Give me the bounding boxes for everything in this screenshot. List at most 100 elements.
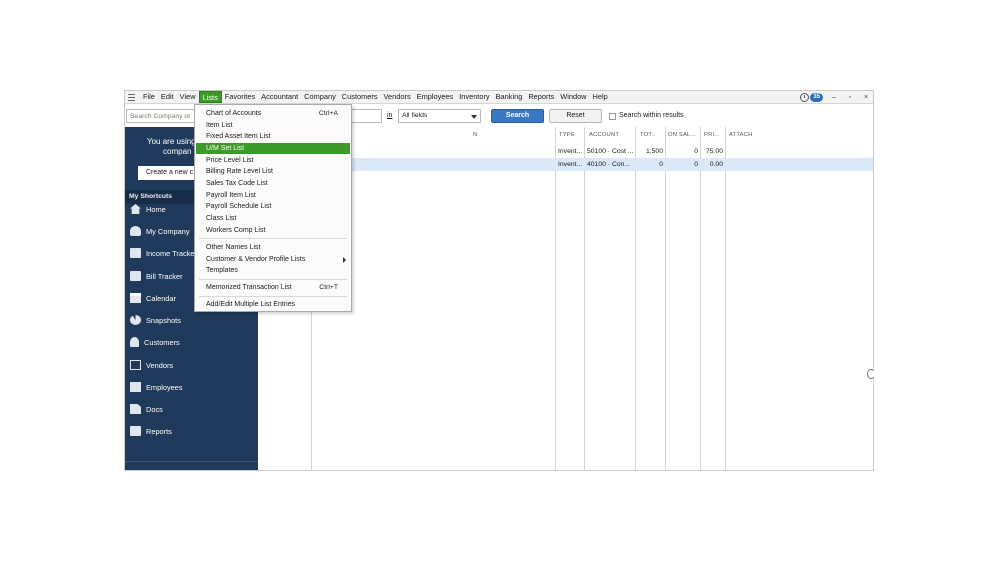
cell-type: Invent... bbox=[558, 148, 583, 155]
shortcut-label: My Company bbox=[146, 226, 190, 236]
search-company-input[interactable] bbox=[126, 109, 196, 123]
shortcut-label: Vendors bbox=[146, 360, 174, 370]
notification-badge[interactable]: 35 bbox=[810, 93, 823, 102]
submenu-arrow-icon bbox=[343, 257, 346, 263]
menu-employees[interactable]: Employees bbox=[414, 91, 457, 103]
search-scope-select[interactable]: All fields bbox=[398, 109, 481, 123]
pie-chart-icon bbox=[130, 315, 141, 325]
person-icon bbox=[130, 337, 139, 347]
menu-item-item-list[interactable]: Item List bbox=[196, 120, 350, 131]
header-type[interactable]: TYPE bbox=[559, 132, 575, 138]
menu-inventory[interactable]: Inventory bbox=[456, 91, 492, 103]
menu-item-fixed-asset-item-list[interactable]: Fixed Asset Item List bbox=[196, 131, 350, 142]
menu-item-label: Workers Comp List bbox=[206, 227, 266, 234]
menubar-right: 35 – ▫ × bbox=[800, 91, 871, 104]
menu-item-label: Other Names List bbox=[206, 244, 261, 251]
header-description[interactable]: N bbox=[473, 132, 477, 138]
menu-item-other-names-list[interactable]: Other Names List bbox=[196, 242, 350, 253]
shortcut-label: Docs bbox=[146, 404, 163, 414]
menu-item-class-list[interactable]: Class List bbox=[196, 213, 350, 224]
column-divider[interactable] bbox=[555, 127, 556, 470]
menu-item-price-level-list[interactable]: Price Level List bbox=[196, 155, 350, 166]
column-divider[interactable] bbox=[665, 127, 666, 470]
minimize-button[interactable]: – bbox=[829, 94, 839, 101]
menu-item-label: Chart of Accounts bbox=[206, 110, 262, 117]
vendors-icon bbox=[130, 360, 141, 370]
menu-vendors[interactable]: Vendors bbox=[381, 91, 414, 103]
cell-total: 0 bbox=[659, 161, 663, 168]
cell-type: Invent... bbox=[558, 161, 583, 168]
column-divider[interactable] bbox=[584, 127, 585, 470]
menu-item-customer-vendor-profile-lists[interactable]: Customer & Vendor Profile Lists bbox=[196, 254, 350, 265]
header-total[interactable]: TOT... bbox=[640, 132, 657, 138]
menu-item-um-set-list[interactable]: U/M Set List bbox=[196, 143, 350, 154]
shortcut-label: Customers bbox=[144, 337, 180, 347]
menu-item-payroll-item-list[interactable]: Payroll Item List bbox=[196, 190, 350, 201]
close-button[interactable]: × bbox=[861, 94, 871, 101]
menu-item-memorized-transaction-list[interactable]: Memorized Transaction List Ctrl+T bbox=[196, 282, 350, 293]
shortcut-reports[interactable]: Reports bbox=[125, 420, 258, 442]
document-icon bbox=[130, 404, 141, 414]
search-text-input[interactable] bbox=[350, 109, 382, 123]
menu-item-label: Customer & Vendor Profile Lists bbox=[206, 256, 306, 263]
menu-separator bbox=[199, 279, 347, 280]
header-attach[interactable]: ATTACH bbox=[729, 132, 753, 138]
search-button[interactable]: Search bbox=[491, 109, 544, 123]
shortcut-customers[interactable]: Customers bbox=[125, 331, 258, 353]
menu-view[interactable]: View bbox=[177, 91, 199, 103]
menu-item-label: Class List bbox=[206, 215, 237, 222]
window-edge-handle[interactable] bbox=[867, 369, 875, 379]
cell-on-sales: 0 bbox=[694, 161, 698, 168]
menu-favorites[interactable]: Favorites bbox=[222, 91, 258, 103]
menu-item-shortcut: Ctrl+T bbox=[319, 284, 338, 291]
cell-account: 50100 · Cost ... bbox=[587, 148, 634, 155]
reset-button[interactable]: Reset bbox=[549, 109, 602, 123]
menu-edit[interactable]: Edit bbox=[158, 91, 177, 103]
menu-item-chart-of-accounts[interactable]: Chart of Accounts Ctrl+A bbox=[196, 108, 350, 119]
column-divider[interactable] bbox=[700, 127, 701, 470]
menu-company[interactable]: Company bbox=[301, 91, 339, 103]
sidebar-resize-handle[interactable] bbox=[125, 461, 258, 467]
menu-item-payroll-schedule-list[interactable]: Payroll Schedule List bbox=[196, 201, 350, 212]
column-divider[interactable] bbox=[635, 127, 636, 470]
cell-price: 75.00 bbox=[705, 148, 723, 155]
menu-item-label: Add/Edit Multiple List Entries bbox=[206, 301, 296, 308]
shortcut-label: Employees bbox=[146, 382, 183, 392]
header-account[interactable]: ACCOUNT bbox=[589, 132, 619, 138]
bill-tracker-icon bbox=[130, 271, 141, 281]
menu-lists[interactable]: Lists bbox=[198, 91, 222, 103]
calendar-icon bbox=[130, 293, 141, 303]
menu-item-label: Payroll Schedule List bbox=[206, 203, 272, 210]
header-on-sales[interactable]: ON SAL... bbox=[668, 132, 696, 138]
menu-accountant[interactable]: Accountant bbox=[258, 91, 301, 103]
shortcut-snapshots[interactable]: Snapshots bbox=[125, 309, 258, 331]
shortcut-vendors[interactable]: Vendors bbox=[125, 354, 258, 376]
menu-item-label: Memorized Transaction List bbox=[206, 284, 292, 291]
menu-item-add-edit-multiple-list-entries[interactable]: Add/Edit Multiple List Entries bbox=[196, 299, 350, 310]
menu-item-label: U/M Set List bbox=[206, 145, 245, 152]
app-menu-icon[interactable] bbox=[127, 93, 136, 102]
shortcut-docs[interactable]: Docs bbox=[125, 398, 258, 420]
cell-total: 1,500 bbox=[645, 148, 663, 155]
menu-item-templates[interactable]: Templates bbox=[196, 265, 350, 276]
menu-reports[interactable]: Reports bbox=[525, 91, 557, 103]
menu-item-billing-rate-level-list[interactable]: Billing Rate Level List bbox=[196, 166, 350, 177]
menu-separator bbox=[199, 238, 347, 239]
column-divider[interactable] bbox=[725, 127, 726, 470]
income-tracker-icon bbox=[130, 248, 141, 258]
menu-item-sales-tax-code-list[interactable]: Sales Tax Code List bbox=[196, 178, 350, 189]
menu-banking[interactable]: Banking bbox=[493, 91, 526, 103]
promo-text-line2: compan bbox=[163, 147, 192, 156]
shortcut-employees[interactable]: Employees bbox=[125, 376, 258, 398]
menu-window[interactable]: Window bbox=[557, 91, 589, 103]
in-label: in bbox=[387, 112, 393, 119]
restore-button[interactable]: ▫ bbox=[845, 94, 855, 101]
reminders-clock-icon[interactable] bbox=[800, 93, 810, 102]
menu-item-workers-comp-list[interactable]: Workers Comp List bbox=[196, 225, 350, 236]
menu-file[interactable]: File bbox=[140, 91, 158, 103]
menu-item-label: Payroll Item List bbox=[206, 192, 256, 199]
search-within-checkbox[interactable] bbox=[609, 113, 616, 120]
menu-customers[interactable]: Customers bbox=[339, 91, 381, 103]
menu-help[interactable]: Help bbox=[590, 91, 611, 103]
header-price[interactable]: PRI... bbox=[704, 132, 720, 138]
